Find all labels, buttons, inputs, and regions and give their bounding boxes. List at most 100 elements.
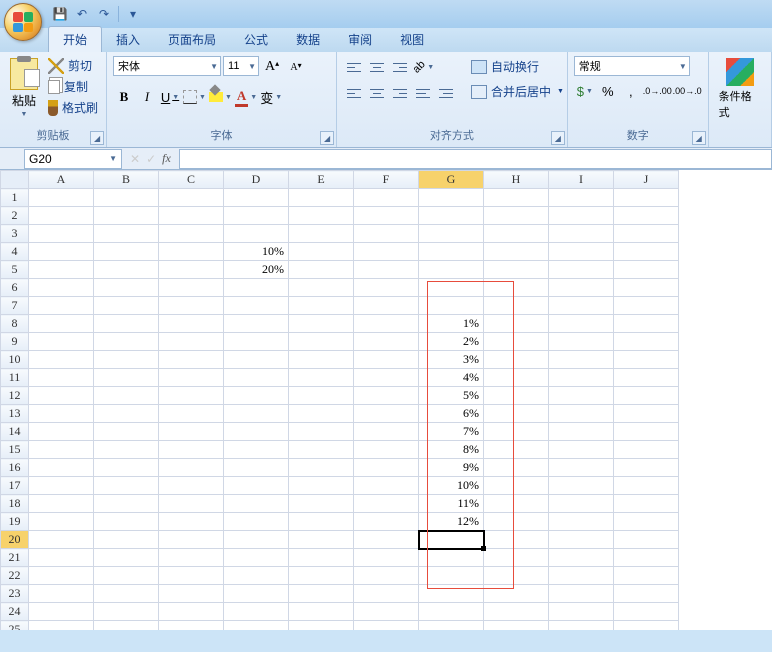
cut-button[interactable]: 剪切	[46, 56, 100, 75]
cell-D20[interactable]	[224, 531, 289, 549]
col-header-A[interactable]: A	[29, 171, 94, 189]
cell-H24[interactable]	[484, 603, 549, 621]
grow-font-button[interactable]: A▴	[261, 56, 283, 78]
tab-home[interactable]: 开始	[48, 26, 102, 52]
cell-A5[interactable]	[29, 261, 94, 279]
undo-button[interactable]: ↶	[72, 4, 92, 24]
format-painter-button[interactable]: 格式刷	[46, 98, 100, 117]
cell-C7[interactable]	[159, 297, 224, 315]
cell-C16[interactable]	[159, 459, 224, 477]
cell-E18[interactable]	[289, 495, 354, 513]
cell-A14[interactable]	[29, 423, 94, 441]
cell-C14[interactable]	[159, 423, 224, 441]
cell-H5[interactable]	[484, 261, 549, 279]
col-header-E[interactable]: E	[289, 171, 354, 189]
row-header-4[interactable]: 4	[1, 243, 29, 261]
cell-H18[interactable]	[484, 495, 549, 513]
cell-J22[interactable]	[614, 567, 679, 585]
cell-D7[interactable]	[224, 297, 289, 315]
cell-D6[interactable]	[224, 279, 289, 297]
cell-I6[interactable]	[549, 279, 614, 297]
tab-formula[interactable]: 公式	[230, 27, 282, 52]
cell-G18[interactable]: 11%	[419, 495, 484, 513]
cell-G3[interactable]	[419, 225, 484, 243]
row-header-3[interactable]: 3	[1, 225, 29, 243]
cell-I9[interactable]	[549, 333, 614, 351]
orientation-button[interactable]: ab▼	[412, 56, 435, 78]
cell-J13[interactable]	[614, 405, 679, 423]
cell-A20[interactable]	[29, 531, 94, 549]
cell-D21[interactable]	[224, 549, 289, 567]
cell-F5[interactable]	[354, 261, 419, 279]
cell-E5[interactable]	[289, 261, 354, 279]
cell-D15[interactable]	[224, 441, 289, 459]
cell-H22[interactable]	[484, 567, 549, 585]
cell-H23[interactable]	[484, 585, 549, 603]
align-center-button[interactable]	[366, 82, 388, 104]
formula-input[interactable]	[179, 149, 772, 169]
align-bottom-button[interactable]	[389, 56, 411, 78]
merge-center-button[interactable]: 合并后居中▼	[467, 81, 568, 102]
align-middle-button[interactable]	[366, 56, 388, 78]
cell-B16[interactable]	[94, 459, 159, 477]
cell-G1[interactable]	[419, 189, 484, 207]
cell-J6[interactable]	[614, 279, 679, 297]
cell-H21[interactable]	[484, 549, 549, 567]
cell-G10[interactable]: 3%	[419, 351, 484, 369]
cell-B6[interactable]	[94, 279, 159, 297]
cell-F21[interactable]	[354, 549, 419, 567]
cell-C12[interactable]	[159, 387, 224, 405]
cell-C19[interactable]	[159, 513, 224, 531]
cell-E14[interactable]	[289, 423, 354, 441]
cell-B8[interactable]	[94, 315, 159, 333]
cell-H15[interactable]	[484, 441, 549, 459]
decrease-indent-button[interactable]	[412, 82, 434, 104]
cell-B17[interactable]	[94, 477, 159, 495]
cell-H25[interactable]	[484, 621, 549, 631]
cell-E19[interactable]	[289, 513, 354, 531]
cell-F19[interactable]	[354, 513, 419, 531]
cell-F22[interactable]	[354, 567, 419, 585]
cell-G9[interactable]: 2%	[419, 333, 484, 351]
row-header-12[interactable]: 12	[1, 387, 29, 405]
cell-G25[interactable]	[419, 621, 484, 631]
cell-C15[interactable]	[159, 441, 224, 459]
cell-F25[interactable]	[354, 621, 419, 631]
cell-I24[interactable]	[549, 603, 614, 621]
cell-J12[interactable]	[614, 387, 679, 405]
cell-A19[interactable]	[29, 513, 94, 531]
row-header-14[interactable]: 14	[1, 423, 29, 441]
cell-F8[interactable]	[354, 315, 419, 333]
cell-E22[interactable]	[289, 567, 354, 585]
cell-H1[interactable]	[484, 189, 549, 207]
shrink-font-button[interactable]: A▾	[285, 56, 307, 78]
cell-J15[interactable]	[614, 441, 679, 459]
row-header-15[interactable]: 15	[1, 441, 29, 459]
cell-A9[interactable]	[29, 333, 94, 351]
cell-F20[interactable]	[354, 531, 419, 549]
cell-F3[interactable]	[354, 225, 419, 243]
cell-D16[interactable]	[224, 459, 289, 477]
cell-A7[interactable]	[29, 297, 94, 315]
cell-I18[interactable]	[549, 495, 614, 513]
cell-B18[interactable]	[94, 495, 159, 513]
paste-button[interactable]: 粘贴 ▼	[6, 56, 42, 120]
number-format-combo[interactable]: 常规▼	[574, 56, 690, 76]
cell-A12[interactable]	[29, 387, 94, 405]
row-header-20[interactable]: 20	[1, 531, 29, 549]
row-header-9[interactable]: 9	[1, 333, 29, 351]
cell-C3[interactable]	[159, 225, 224, 243]
cell-E10[interactable]	[289, 351, 354, 369]
cell-G23[interactable]	[419, 585, 484, 603]
font-name-combo[interactable]: 宋体▼	[113, 56, 221, 76]
cell-G5[interactable]	[419, 261, 484, 279]
cell-C20[interactable]	[159, 531, 224, 549]
cell-A17[interactable]	[29, 477, 94, 495]
cell-J25[interactable]	[614, 621, 679, 631]
cell-C25[interactable]	[159, 621, 224, 631]
cell-J5[interactable]	[614, 261, 679, 279]
col-header-B[interactable]: B	[94, 171, 159, 189]
cell-J21[interactable]	[614, 549, 679, 567]
cell-E6[interactable]	[289, 279, 354, 297]
cell-C11[interactable]	[159, 369, 224, 387]
